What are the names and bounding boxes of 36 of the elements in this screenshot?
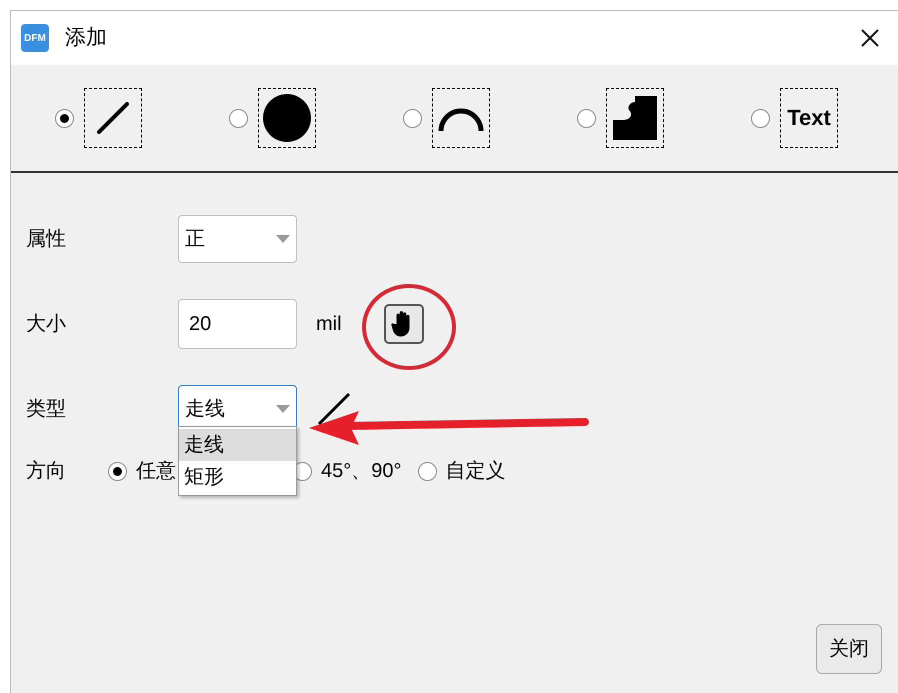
radio-button[interactable] <box>229 108 248 128</box>
window-title: 添加 <box>65 25 107 52</box>
pad-icon <box>611 94 659 142</box>
text-tool-label: Text <box>787 107 831 129</box>
radio-button[interactable] <box>751 108 770 128</box>
field-label: 类型 <box>26 397 67 422</box>
unit-label: mil <box>316 312 342 337</box>
hand-tool-button[interactable] <box>384 304 424 344</box>
dropdown-option[interactable]: 走线 <box>179 429 296 461</box>
radio-button[interactable] <box>418 462 436 480</box>
radio-label: 任意 <box>136 459 176 484</box>
app-logo: DFM <box>21 24 49 52</box>
attribute-dropdown[interactable]: 正 <box>178 215 297 263</box>
radio-button[interactable] <box>577 108 596 128</box>
close-icon[interactable] <box>860 28 880 48</box>
dropdown-option[interactable]: 矩形 <box>179 461 296 493</box>
line-icon <box>95 100 131 136</box>
radio-label: 45°、90° <box>321 459 402 484</box>
radio-button[interactable] <box>55 108 74 128</box>
shape-tool-button[interactable] <box>258 88 316 148</box>
circle-icon <box>262 93 312 143</box>
caret-icon <box>276 235 290 243</box>
shape-tool-button[interactable] <box>606 88 664 148</box>
field-label: 方向 <box>26 459 67 484</box>
field-label: 属性 <box>26 227 67 252</box>
radio-label: 自定义 <box>446 459 506 484</box>
size-input[interactable]: 20 <box>178 299 297 349</box>
shape-tool-button[interactable] <box>84 88 142 148</box>
close-button[interactable]: 关闭 <box>816 624 882 674</box>
field-label: 大小 <box>26 312 67 337</box>
shape-tool-button[interactable]: Text <box>780 88 838 148</box>
caret-icon <box>276 405 290 413</box>
line-icon <box>316 391 352 427</box>
radio-button[interactable] <box>108 462 127 480</box>
shape-tool-button[interactable] <box>432 88 490 148</box>
radio-button[interactable] <box>403 108 422 128</box>
